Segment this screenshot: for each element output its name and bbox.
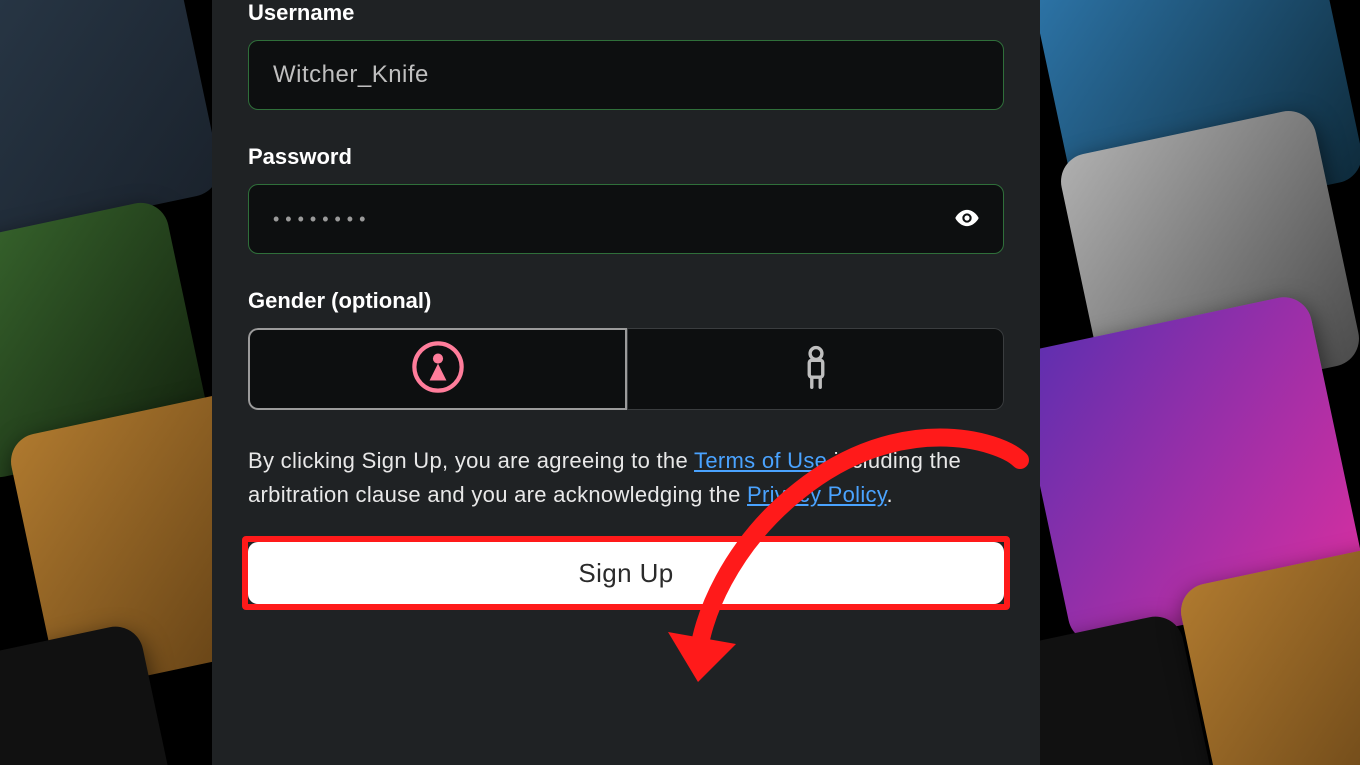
gender-option-female[interactable] (248, 328, 627, 410)
male-icon (789, 340, 843, 399)
female-icon (411, 340, 465, 399)
password-field-block: Password (248, 144, 1004, 254)
password-input[interactable] (248, 184, 1004, 254)
terms-of-use-link[interactable]: Terms of Use (694, 448, 827, 473)
privacy-policy-link[interactable]: Privacy Policy (747, 482, 887, 507)
agreement-post: . (887, 482, 893, 507)
password-input-wrap (248, 184, 1004, 254)
password-label: Password (248, 144, 1004, 170)
username-input[interactable] (248, 40, 1004, 110)
eye-icon (953, 220, 981, 235)
gender-toggle (248, 328, 1004, 410)
gender-label: Gender (optional) (248, 288, 1004, 314)
username-input-wrap (248, 40, 1004, 110)
username-label: Username (248, 0, 1004, 26)
agreement-pre: By clicking Sign Up, you are agreeing to… (248, 448, 694, 473)
signup-panel: Username Password Gender (optional) (212, 0, 1040, 765)
signup-button[interactable]: Sign Up (248, 542, 1004, 604)
gender-field-block: Gender (optional) (248, 288, 1004, 410)
signup-button-wrap: Sign Up (248, 542, 1004, 604)
gender-option-male[interactable] (627, 328, 1004, 410)
username-field-block: Username (248, 0, 1004, 110)
toggle-password-visibility-button[interactable] (952, 204, 982, 234)
agreement-text: By clicking Sign Up, you are agreeing to… (248, 444, 1004, 512)
